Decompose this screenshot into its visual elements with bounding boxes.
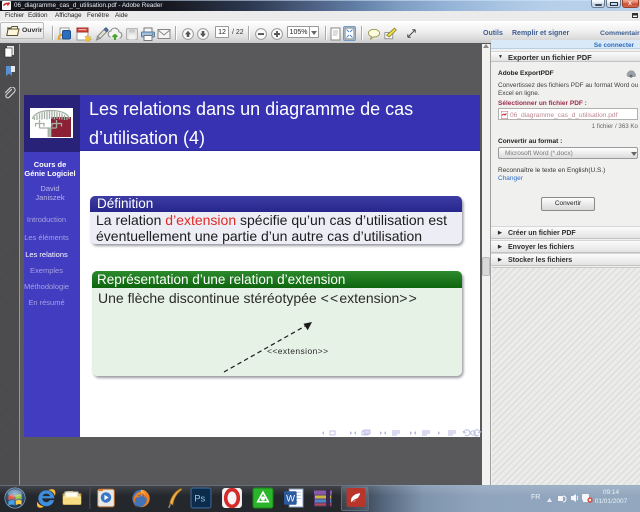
svg-text:Ps: Ps xyxy=(194,493,205,504)
svg-text:W: W xyxy=(286,493,295,504)
